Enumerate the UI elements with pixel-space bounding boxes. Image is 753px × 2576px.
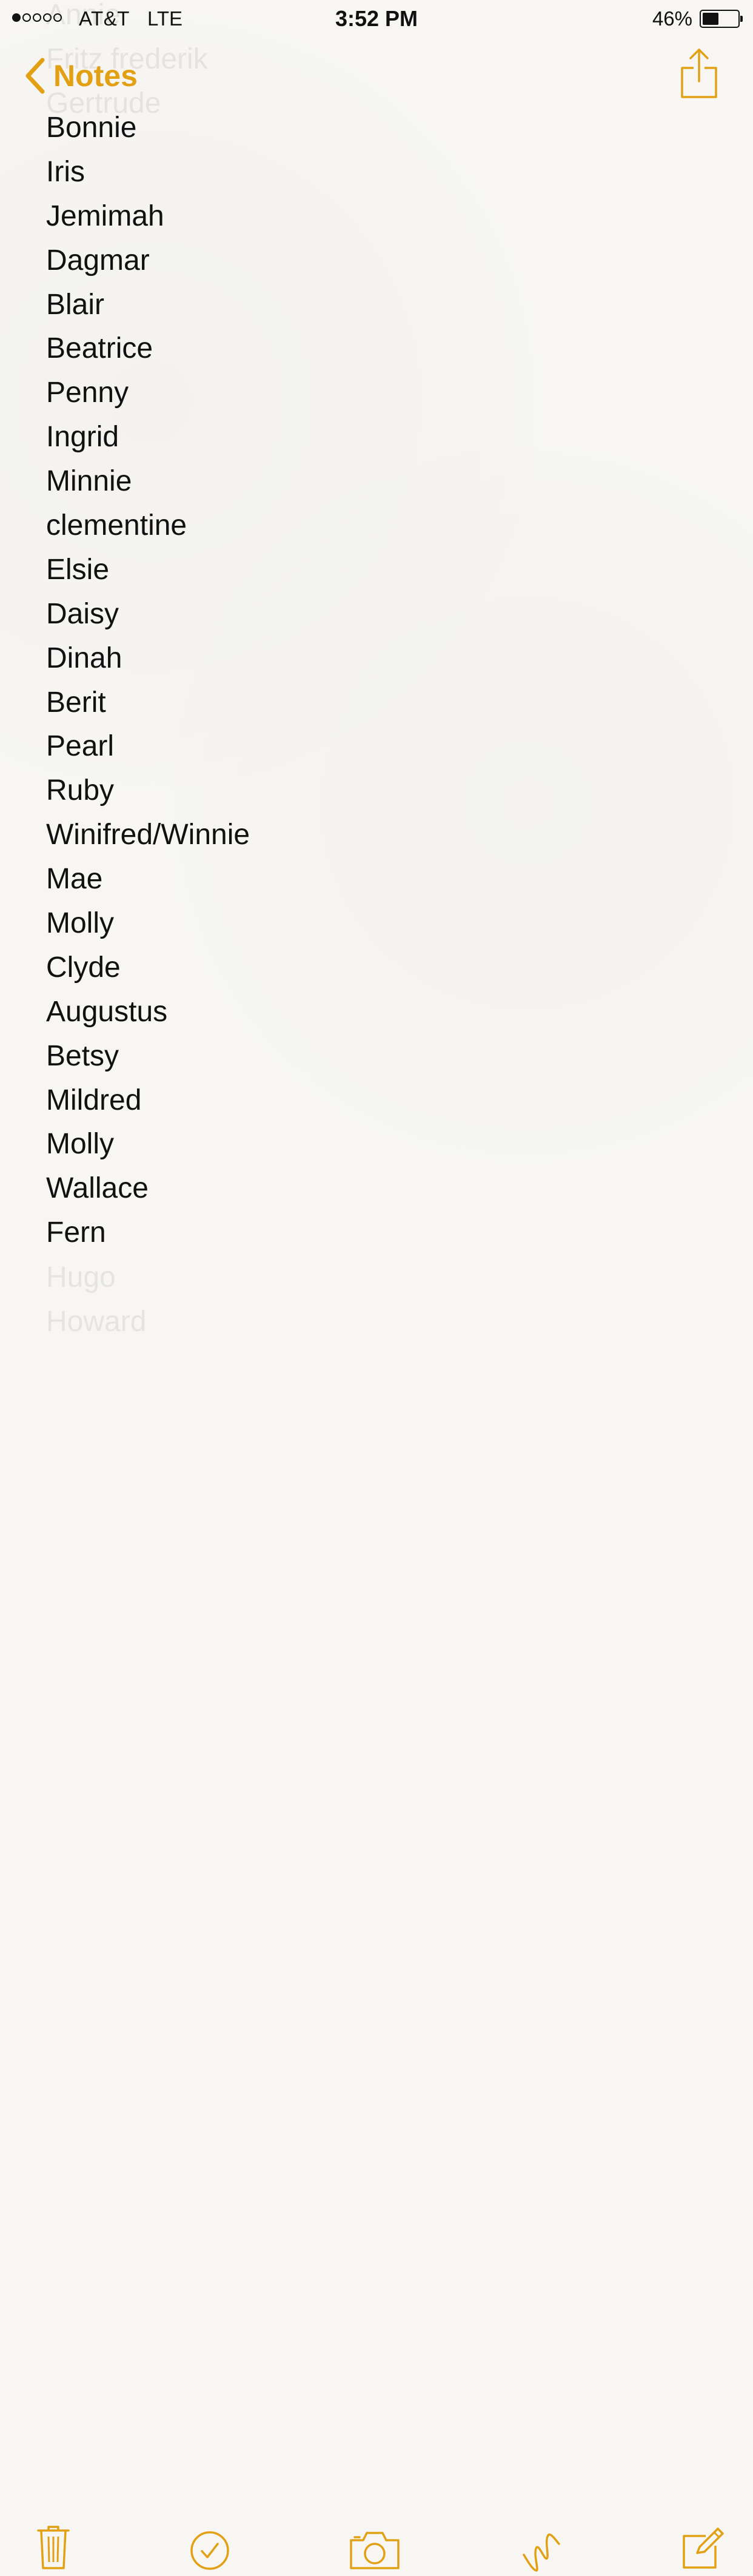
note-line[interactable]: Jemimah xyxy=(46,195,713,239)
battery-icon xyxy=(700,10,743,28)
note-line[interactable]: Wallace xyxy=(46,1167,713,1211)
note-line[interactable]: Clyde xyxy=(46,946,713,990)
note-line[interactable]: Molly xyxy=(46,902,713,946)
share-button[interactable] xyxy=(680,47,718,102)
share-icon xyxy=(681,49,717,98)
note-line[interactable]: Winifred/Winnie xyxy=(46,813,713,857)
note-line[interactable]: Ruby xyxy=(46,769,713,813)
note-line[interactable]: Iris xyxy=(46,150,713,195)
note-line[interactable]: Fern xyxy=(46,1211,713,1255)
status-bar: AT&T LTE 3:52 PM 46% xyxy=(0,0,753,36)
trash-icon xyxy=(37,2526,70,2569)
note-line[interactable]: Minnie xyxy=(46,460,713,504)
navigation-bar: Notes xyxy=(0,36,753,115)
compose-icon xyxy=(683,2527,724,2569)
note-line[interactable]: Beatrice xyxy=(46,327,713,371)
delete-note-button[interactable] xyxy=(36,2524,70,2574)
note-line[interactable]: Augustus xyxy=(46,990,713,1035)
camera-icon xyxy=(350,2532,400,2569)
battery-level-fill xyxy=(703,13,718,25)
checklist-button[interactable] xyxy=(190,2531,230,2574)
note-line[interactable]: Blair xyxy=(46,283,713,327)
note-line[interactable]: Daisy xyxy=(46,592,713,637)
chevron-left-icon xyxy=(25,58,45,94)
note-line[interactable]: Betsy xyxy=(46,1035,713,1079)
camera-button[interactable] xyxy=(349,2531,401,2574)
note-line[interactable]: Dinah xyxy=(46,637,713,681)
note-line[interactable]: Pearl xyxy=(46,725,713,769)
note-line[interactable]: Penny xyxy=(46,371,713,415)
compose-note-button[interactable] xyxy=(681,2526,725,2573)
back-button-label: Notes xyxy=(53,59,138,93)
note-line[interactable]: Molly xyxy=(46,1122,713,1167)
note-body[interactable]: Bonnie Iris Jemimah Dagmar Blair Beatric… xyxy=(46,106,713,1255)
sketch-button[interactable] xyxy=(520,2531,563,2576)
note-line[interactable]: Berit xyxy=(46,681,713,725)
note-line[interactable]: Mildred xyxy=(46,1079,713,1123)
note-line[interactable]: Elsie xyxy=(46,548,713,592)
note-line[interactable]: clementine xyxy=(46,504,713,548)
status-time: 3:52 PM xyxy=(335,6,418,31)
checklist-icon xyxy=(190,2531,229,2570)
sketch-icon xyxy=(523,2533,560,2572)
battery-percent: 46% xyxy=(652,7,692,30)
note-line[interactable]: Dagmar xyxy=(46,239,713,283)
note-line[interactable]: Ingrid xyxy=(46,415,713,460)
note-line[interactable]: Mae xyxy=(46,857,713,902)
back-to-notes-button[interactable]: Notes xyxy=(24,58,138,94)
bottom-toolbar xyxy=(0,1254,753,2572)
